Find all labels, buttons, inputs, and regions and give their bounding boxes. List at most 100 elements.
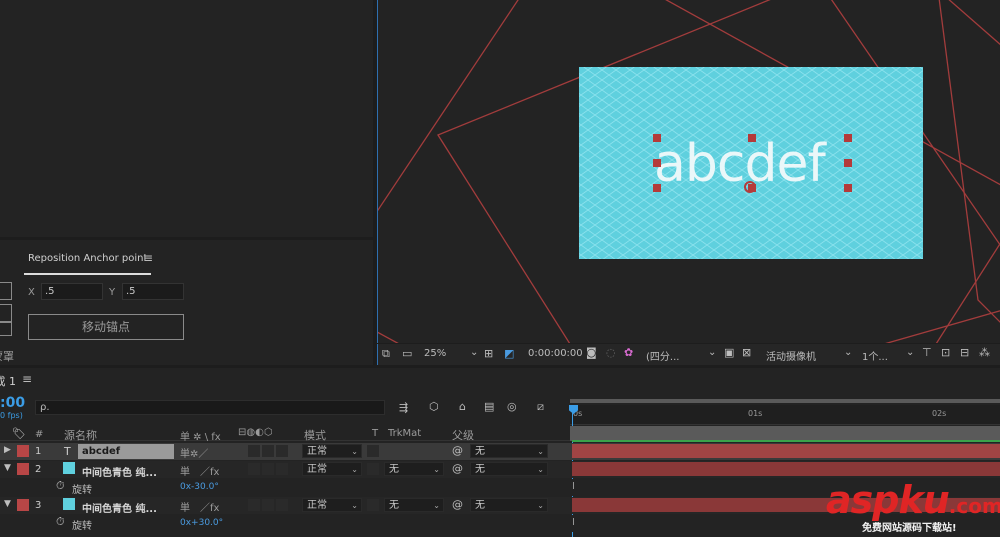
bbox-handle[interactable] — [653, 159, 661, 167]
bbox-handle[interactable] — [653, 134, 661, 142]
stopwatch-icon[interactable]: ⏱ — [56, 515, 65, 529]
trkmat-select[interactable]: 无 ⌄ — [384, 498, 444, 512]
layer-color-swatch[interactable] — [17, 445, 29, 457]
header-source-name[interactable]: 源名称 — [64, 427, 97, 443]
trkmat-select[interactable]: 无 ⌄ — [384, 462, 444, 476]
chevron-down-icon[interactable]: ⌄ — [906, 347, 914, 358]
fast-preview-icon[interactable]: ▣ — [724, 346, 734, 359]
comp-mini-flowchart-icon[interactable]: ⇶ — [399, 401, 408, 414]
views-dropdown[interactable]: 1个... — [862, 348, 888, 363]
monitor-icon[interactable]: ▭ — [402, 347, 412, 360]
flowchart-icon[interactable]: ⁂ — [979, 346, 990, 359]
chevron-down-icon[interactable]: ⌄ — [844, 347, 852, 358]
layer-color-swatch[interactable] — [17, 499, 29, 511]
toggle-mask-icon[interactable]: ⊠ — [742, 346, 751, 359]
panel-menu-icon[interactable]: ≡ — [22, 372, 32, 386]
transparency-grid-icon[interactable]: ◩ — [504, 347, 514, 360]
image-icon[interactable]: ⊟ — [960, 346, 969, 359]
keyframe-marker-icon[interactable]: I — [572, 481, 575, 492]
timeline-fps: 0 fps) — [0, 411, 23, 420]
zoom-dropdown[interactable]: 25% — [424, 348, 446, 359]
region-icon[interactable]: ⊞ — [484, 347, 493, 360]
move-anchor-button[interactable]: 移动锚点 — [28, 314, 184, 340]
property-name: 旋转 — [72, 521, 92, 532]
shy-switch-icon[interactable]: 単 ／fx — [180, 463, 219, 478]
bbox-handle[interactable] — [844, 159, 852, 167]
comp-text-layer[interactable]: abcdef — [654, 134, 826, 194]
switch-cell[interactable] — [276, 445, 288, 457]
keyframe-marker-icon[interactable]: I — [572, 517, 575, 528]
bbox-handle[interactable] — [844, 134, 852, 142]
bbox-handle[interactable] — [748, 134, 756, 142]
resolution-dropdown[interactable]: (四分... — [646, 348, 679, 363]
property-value[interactable]: 0x-30.0° — [180, 482, 219, 492]
bracket-shape — [0, 282, 12, 300]
shy-layers-icon[interactable]: ⌂ — [459, 400, 466, 413]
y-value-field[interactable]: .5 — [122, 283, 184, 300]
camera-dropdown[interactable]: 活动摄像机 — [766, 348, 816, 363]
work-area-bar[interactable] — [570, 399, 1000, 403]
always-preview-icon[interactable]: ⧉ — [382, 347, 390, 361]
pickwhip-icon[interactable]: @ — [452, 444, 463, 457]
reset-exposure-icon[interactable]: ⊡ — [941, 346, 950, 359]
property-value[interactable]: 0x+30.0° — [180, 518, 223, 528]
bracket-shape — [0, 322, 12, 336]
switch-cell[interactable] — [248, 445, 260, 457]
stopwatch-icon[interactable]: ⏱ — [56, 479, 65, 493]
anchor-point-icon[interactable] — [744, 181, 756, 193]
shy-switch-icon[interactable]: 単✲／ — [180, 445, 208, 460]
preserve-transparency-cell[interactable] — [367, 499, 379, 511]
render-options-icon[interactable]: ⊤ — [922, 346, 932, 359]
blend-mode-select[interactable]: 正常 ⌄ — [302, 498, 362, 512]
parent-select[interactable]: 无 ⌄ — [470, 444, 548, 458]
switch-cell[interactable] — [262, 445, 274, 457]
chevron-down-icon[interactable]: ⌄ — [708, 347, 716, 358]
watermark-tld: .com — [948, 494, 1000, 518]
panel-menu-icon[interactable]: ≡ — [143, 251, 153, 265]
layer-color-swatch[interactable] — [17, 463, 29, 475]
expand-arrow-icon[interactable]: ▶ — [4, 445, 11, 455]
bbox-handle[interactable] — [653, 184, 661, 192]
blend-mode-value: 正常 — [307, 446, 327, 457]
show-snapshot-icon[interactable]: ◌ — [606, 346, 616, 359]
blend-mode-select[interactable]: 正常 ⌄ — [302, 462, 362, 476]
effect-tab-label[interactable]: Reposition Anchor point — [28, 253, 147, 264]
graph-editor-icon[interactable]: ⧄ — [537, 400, 544, 414]
switch-cell[interactable] — [276, 499, 288, 511]
timeline-tab[interactable]: 成 1 — [0, 373, 16, 389]
layer-duration-bar[interactable] — [572, 462, 1000, 476]
chevron-down-icon[interactable]: ⌄ — [470, 347, 478, 358]
bracket-shape — [0, 304, 12, 322]
pickwhip-icon[interactable]: @ — [452, 462, 463, 475]
parent-select[interactable]: 无 ⌄ — [470, 462, 548, 476]
switch-cell[interactable] — [248, 499, 260, 511]
blend-mode-select[interactable]: 正常 ⌄ — [302, 444, 362, 458]
channel-icon[interactable]: ✿ — [624, 346, 633, 359]
pickwhip-icon[interactable]: @ — [452, 498, 463, 511]
layer-name[interactable]: 中间色青色 纯... — [82, 500, 157, 515]
shy-switch-icon[interactable]: 単 ／fx — [180, 499, 219, 514]
timecode-display[interactable]: 0:00:00:00 — [528, 348, 583, 359]
switch-cell[interactable] — [262, 499, 274, 511]
switch-cell[interactable] — [276, 463, 288, 475]
switch-cell[interactable] — [248, 463, 260, 475]
preserve-transparency-cell[interactable] — [367, 445, 379, 457]
timeline-search-input[interactable]: ρ. — [35, 400, 385, 415]
x-value-field[interactable]: .5 — [41, 283, 103, 300]
frame-blending-icon[interactable]: ▤ — [484, 400, 494, 413]
layer-name[interactable]: 中间色青色 纯... — [82, 464, 157, 479]
timeline-timecode[interactable]: :00 — [0, 395, 25, 411]
camera-snapshot-icon[interactable]: ◙ — [586, 346, 597, 359]
layer-duration-bar[interactable] — [572, 444, 1000, 458]
layer-name[interactable]: abcdef — [82, 446, 120, 457]
parent-select[interactable]: 无 ⌄ — [470, 498, 548, 512]
expand-arrow-icon[interactable]: ▼ — [4, 463, 11, 473]
expand-arrow-icon[interactable]: ▼ — [4, 499, 11, 509]
bbox-handle[interactable] — [844, 184, 852, 192]
blend-mode-value: 正常 — [307, 500, 327, 511]
switch-cell[interactable] — [262, 463, 274, 475]
preserve-transparency-cell[interactable] — [367, 463, 379, 475]
draft-3d-icon[interactable]: ⬡ — [429, 400, 439, 413]
motion-blur-icon[interactable]: ◎ — [507, 400, 517, 413]
composition-viewer[interactable]: abcdef — [377, 0, 1000, 343]
